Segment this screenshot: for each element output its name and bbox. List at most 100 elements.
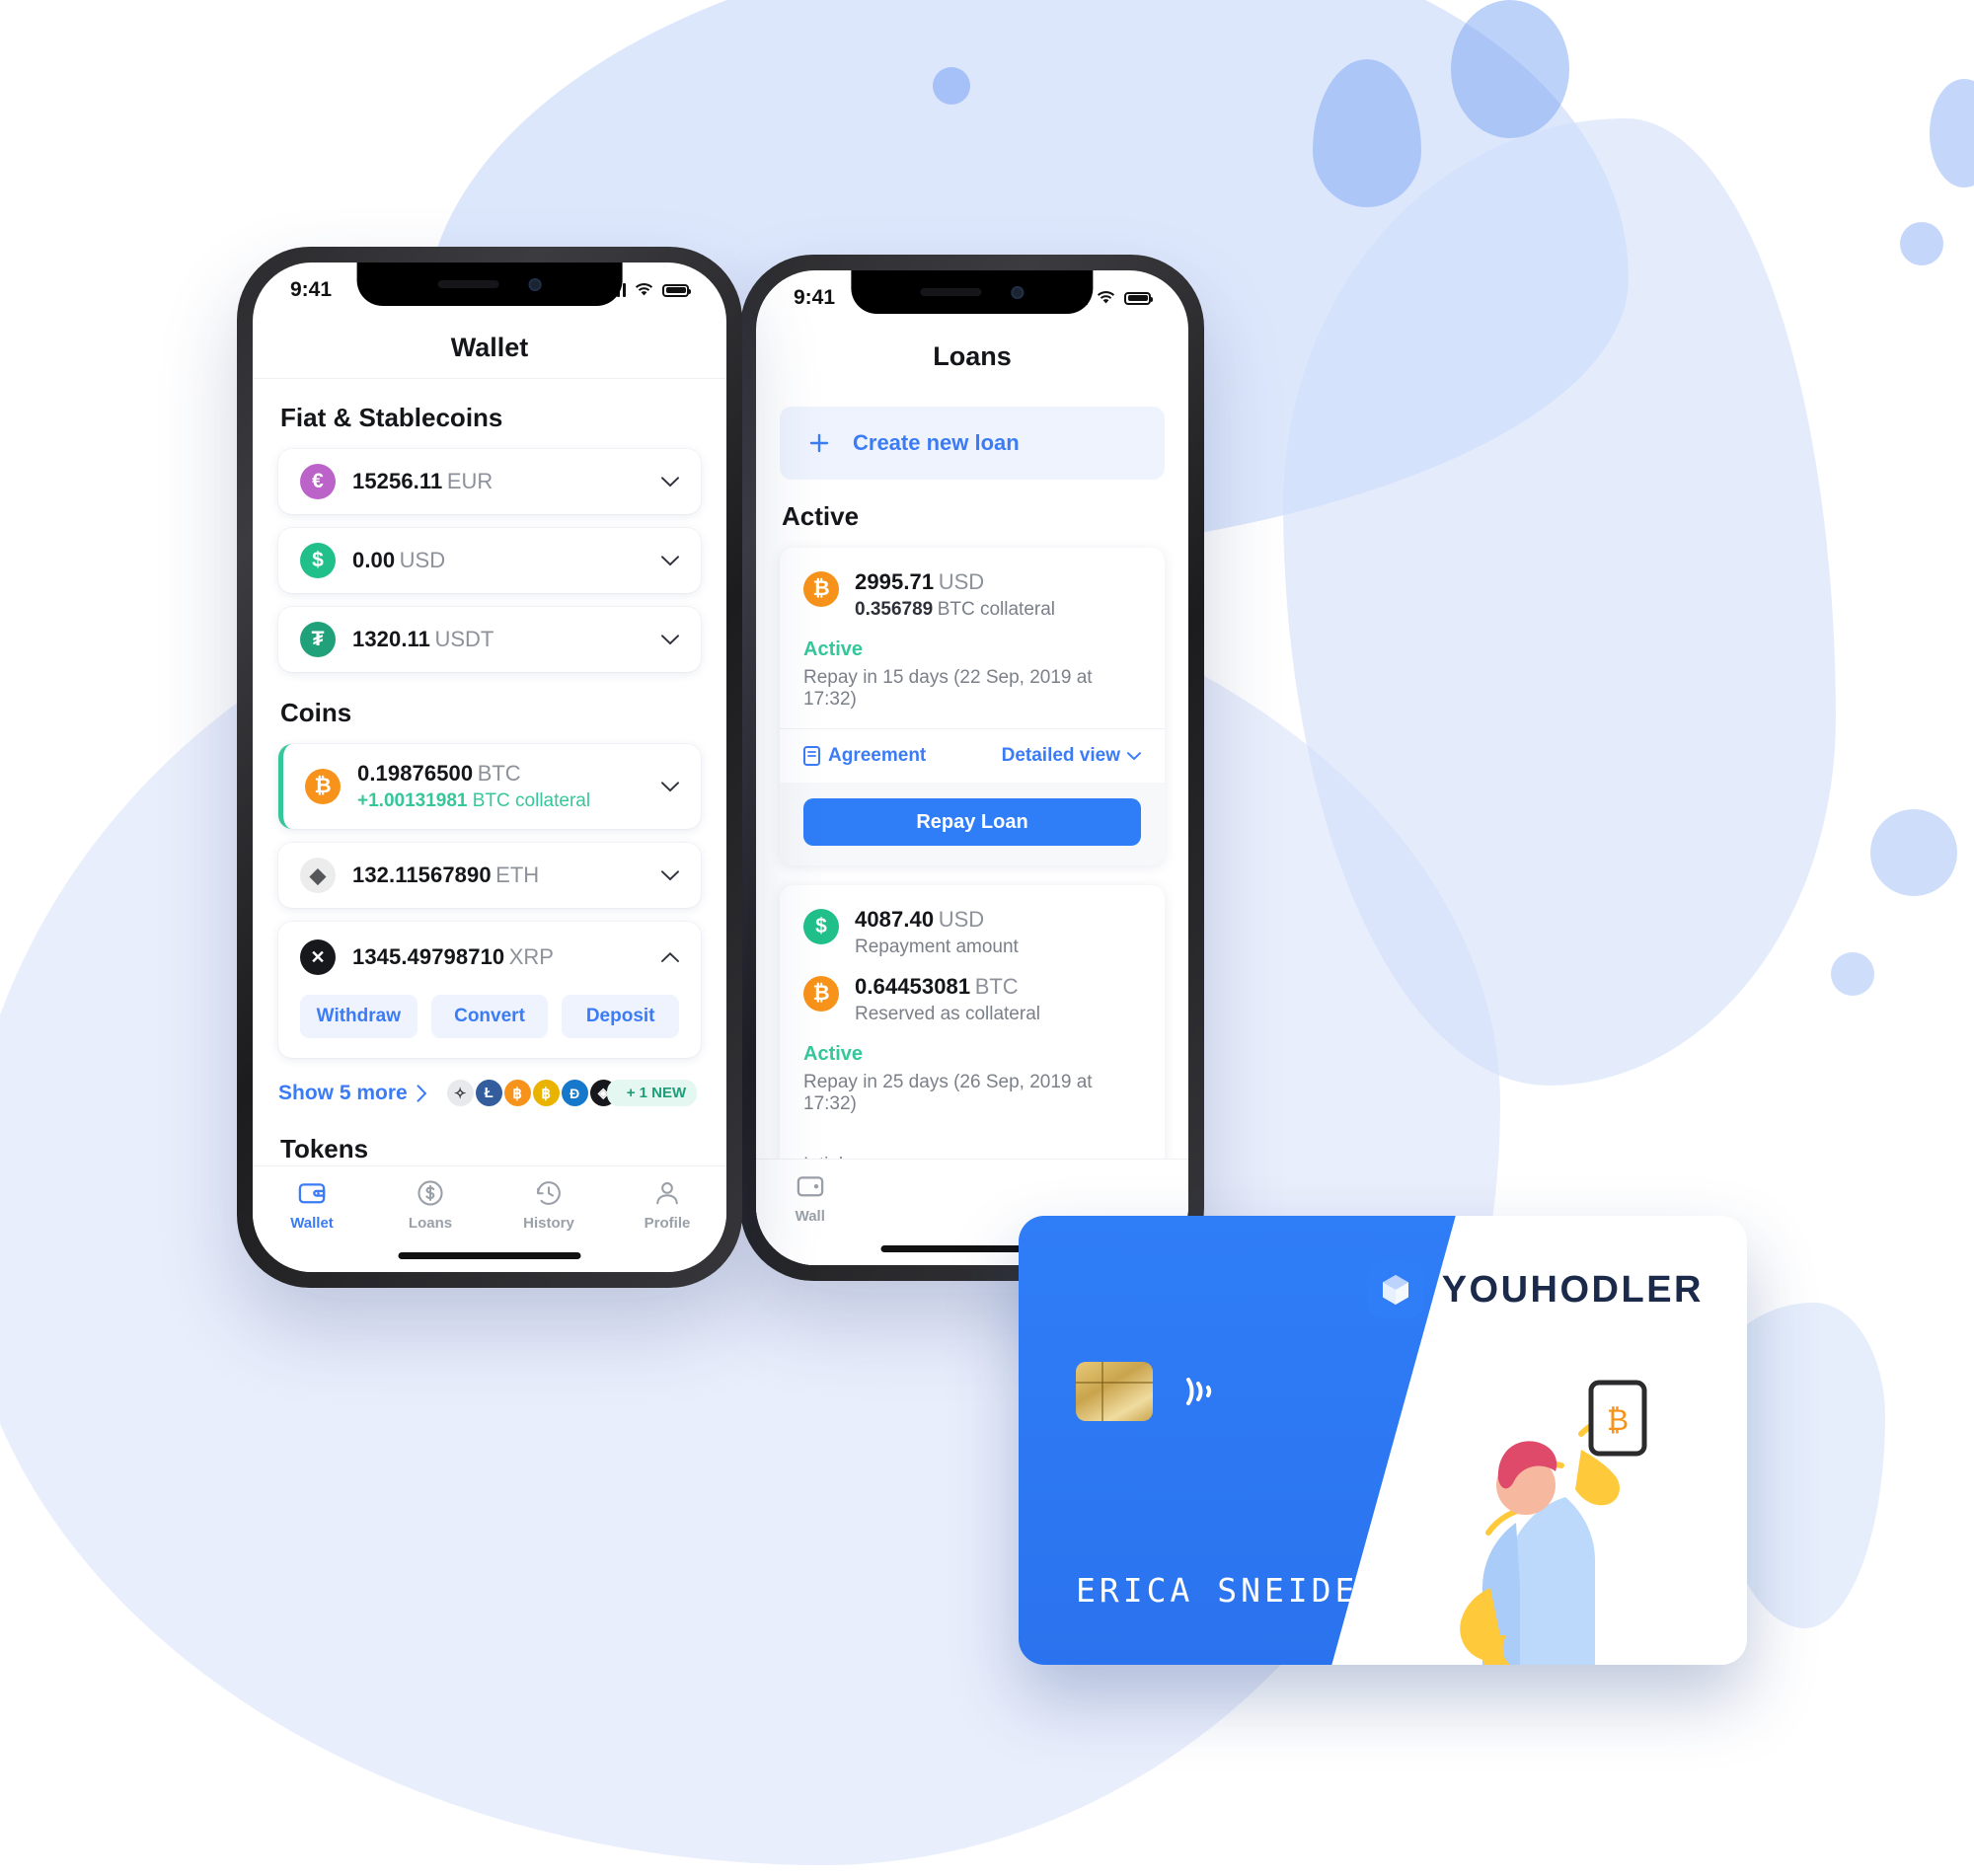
battery-icon bbox=[662, 283, 691, 297]
coin-symbol: ✕ bbox=[310, 946, 326, 967]
deposit-button[interactable]: Deposit bbox=[562, 995, 680, 1038]
wallet-phone-screen: 9:41 Wallet Fiat & Stablecoins € 15256.1… bbox=[253, 263, 726, 1272]
loan-repay-text: Repay in 25 days (26 Sep, 2019 at 17:32) bbox=[803, 1072, 1093, 1114]
background-dot bbox=[1900, 222, 1943, 265]
coin-symbol: ₿ bbox=[812, 577, 830, 600]
loan-status-badge: Active bbox=[803, 1043, 864, 1065]
wallet-amount: 0.19876500 bbox=[357, 761, 474, 786]
wallet-row-usd[interactable]: $ 0.00 USD bbox=[278, 528, 701, 593]
wallet-row-eur[interactable]: € 15256.11 EUR bbox=[278, 449, 701, 514]
status-time: 9:41 bbox=[290, 278, 333, 301]
wallet-ticker: XRP bbox=[508, 944, 554, 969]
wallet-ticker: ETH bbox=[495, 863, 540, 887]
wallet-ticker: EUR bbox=[446, 469, 494, 493]
chevron-up-icon[interactable] bbox=[661, 951, 679, 963]
home-indicator bbox=[398, 1252, 581, 1259]
wallet-ticker: USDT bbox=[434, 627, 494, 651]
coin-symbol: $ bbox=[815, 915, 827, 938]
svg-text:₿: ₿ bbox=[1607, 1403, 1629, 1438]
background-droplet bbox=[1930, 79, 1974, 188]
bch-coin-icon: ฿ bbox=[503, 1080, 531, 1106]
tab-profile[interactable]: Profile bbox=[608, 1178, 726, 1232]
convert-button[interactable]: Convert bbox=[430, 995, 549, 1038]
page-title: Wallet bbox=[253, 318, 726, 379]
chevron-down-icon bbox=[1127, 751, 1141, 760]
tab-label: Profile bbox=[644, 1215, 691, 1232]
battery-icon bbox=[1124, 291, 1153, 305]
usd-coin-icon: $ bbox=[803, 909, 839, 944]
loan-sublabel: Repayment amount bbox=[855, 937, 1019, 957]
new-coins-badge: + 1 NEW bbox=[606, 1080, 698, 1106]
section-heading-tokens: Tokens bbox=[280, 1134, 369, 1163]
coin-symbol: ₿ bbox=[812, 982, 830, 1005]
eth-coin-icon: ◆ bbox=[300, 858, 336, 893]
chevron-down-icon[interactable] bbox=[661, 634, 679, 645]
tab-loans[interactable]: Loans bbox=[371, 1178, 490, 1232]
detailed-view-toggle[interactable]: Detailed view bbox=[1002, 745, 1141, 767]
tab-label: Loans bbox=[408, 1215, 453, 1232]
wallet-row-eth[interactable]: ◆ 132.11567890 ETH bbox=[278, 843, 701, 908]
wallet-icon bbox=[797, 1176, 824, 1197]
loan-currency: USD bbox=[938, 569, 985, 594]
contactless-icon bbox=[1186, 1378, 1212, 1405]
show-more-label: Show 5 more bbox=[278, 1081, 408, 1104]
bottom-tab-bar: Wallet Loans History Profile bbox=[253, 1165, 726, 1272]
wallet-row-xrp[interactable]: ✕ 1345.49798710 XRP Withdraw Convert Dep… bbox=[278, 922, 701, 1058]
loan-currency: USD bbox=[938, 907, 985, 932]
loan-collateral-amount: 0.356789 bbox=[855, 599, 934, 620]
dash-coin-icon: Ð bbox=[561, 1080, 588, 1106]
earpiece-speaker bbox=[920, 288, 982, 296]
wallet-amount: 0.00 bbox=[352, 548, 396, 572]
earpiece-speaker bbox=[437, 280, 499, 288]
background-dot bbox=[1831, 952, 1874, 996]
xrp-coin-icon: ✕ bbox=[300, 939, 336, 975]
withdraw-button[interactable]: Withdraw bbox=[300, 995, 418, 1038]
wallet-row-btc[interactable]: ₿ 0.19876500 BTC +1.00131981 BTC collate… bbox=[278, 744, 701, 829]
tab-label: History bbox=[523, 1215, 574, 1232]
chevron-down-icon[interactable] bbox=[661, 869, 679, 881]
loan-status-badge: Active bbox=[803, 638, 864, 660]
chevron-down-icon[interactable] bbox=[661, 555, 679, 566]
status-time: 9:41 bbox=[794, 286, 836, 309]
dollar-circle-icon bbox=[418, 1180, 443, 1206]
bsv-coin-icon: ฿ bbox=[532, 1080, 560, 1106]
wallet-amount: 1345.49798710 bbox=[352, 944, 505, 969]
chevron-down-icon[interactable] bbox=[661, 781, 679, 792]
background-droplet bbox=[1451, 0, 1569, 138]
detailed-view-label: Detailed view bbox=[1001, 745, 1120, 766]
create-new-loan-button[interactable]: Create new loan bbox=[780, 407, 1165, 480]
coin-symbol: $ bbox=[312, 549, 324, 571]
background-dot bbox=[1870, 809, 1957, 896]
wifi-icon bbox=[635, 283, 653, 296]
youhodler-cube-icon bbox=[1366, 1261, 1424, 1318]
loan-card[interactable]: ₿ 2995.71 USD 0.356789 BTC collateral Ac… bbox=[780, 548, 1165, 865]
wallet-amount: 15256.11 bbox=[352, 469, 443, 493]
show-more-row[interactable]: Show 5 more ✧ Ł ฿ ฿ Ð ◈ + 1 NEW bbox=[278, 1080, 701, 1106]
loan-amount: 4087.40 bbox=[855, 907, 935, 932]
coin-symbol: ◆ bbox=[309, 863, 327, 887]
agreement-link[interactable]: Agreement bbox=[803, 745, 926, 767]
wallet-phone-device: 9:41 Wallet Fiat & Stablecoins € 15256.1… bbox=[237, 247, 742, 1288]
create-new-loan-label: Create new loan bbox=[853, 430, 1020, 455]
section-heading-coins: Coins bbox=[280, 698, 352, 727]
front-camera bbox=[1011, 285, 1025, 299]
plus-icon bbox=[809, 433, 829, 453]
active-loans-heading: Active bbox=[782, 501, 860, 531]
youhodler-credit-card: ERICA SNEIDER YOUHODLER ₿ bbox=[1019, 1216, 1747, 1665]
collateral-amount: +1.00131981 bbox=[357, 790, 468, 811]
card-brand-text: YOUHODLER bbox=[1441, 1268, 1704, 1311]
wallet-row-usdt[interactable]: ₮ 1320.11 USDT bbox=[278, 607, 701, 672]
page-title: Loans bbox=[933, 340, 1012, 371]
loan-collateral-amount: 0.64453081 bbox=[855, 974, 971, 999]
tab-history[interactable]: History bbox=[490, 1178, 608, 1232]
wifi-icon bbox=[1097, 291, 1115, 304]
repay-loan-button[interactable]: Repay Loan bbox=[803, 798, 1141, 846]
wallet-ticker: USD bbox=[399, 548, 446, 572]
tab-wallet[interactable]: Wallet bbox=[253, 1178, 371, 1232]
chevron-down-icon[interactable] bbox=[661, 476, 679, 488]
loans-content: Create new loan Active ₿ 2995.71 USD 0.3… bbox=[756, 387, 1188, 1265]
tab-wallet[interactable]: Wall bbox=[756, 1171, 865, 1225]
section-heading-fiat: Fiat & Stablecoins bbox=[280, 403, 503, 432]
emv-chip-icon bbox=[1076, 1362, 1153, 1421]
loan-collateral-label: BTC collateral bbox=[937, 599, 1056, 620]
